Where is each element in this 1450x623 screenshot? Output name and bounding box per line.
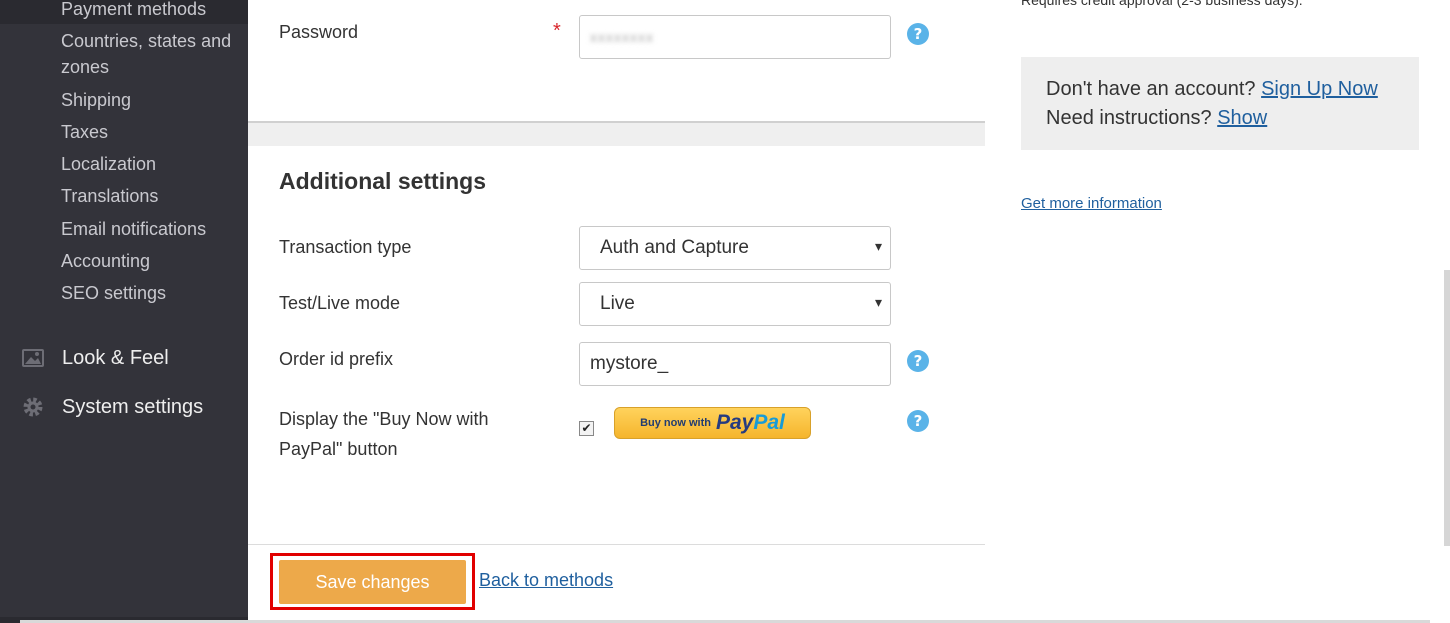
sign-up-link[interactable]: Sign Up Now [1261,78,1378,100]
sidebar-item-seo-settings[interactable]: SEO settings [61,280,241,306]
help-icon[interactable]: ? [907,350,929,372]
credit-note: Requires credit approval (2-3 business d… [1021,0,1303,8]
transaction-type-select[interactable]: Auth and Capture [579,226,891,270]
password-label: Password [279,22,359,42]
show-instructions-link[interactable]: Show [1217,107,1267,129]
scrollbar[interactable] [1444,270,1450,546]
mode-select[interactable]: Live [579,282,891,326]
instructions-line: Need instructions? Show [1046,104,1394,133]
input-value: mystore_ [590,353,669,374]
paypal-button-preview: Buy now with Pay Pal [614,407,811,439]
sidebar-item-label: System settings [62,395,204,418]
order-prefix-input[interactable]: mystore_ [579,342,891,386]
sidebar: Payment methods Countries, states and zo… [0,0,248,623]
password-field[interactable]: xxxxxxxx [579,15,891,59]
no-account-text: Don't have an account? [1046,78,1256,100]
instructions-text: Need instructions? [1046,107,1212,129]
settings-form: Password * xxxxxxxx ? Additional setting… [248,0,985,623]
select-value: Auth and Capture [600,237,749,258]
sidebar-item-shipping[interactable]: Shipping [61,87,241,113]
sidebar-item-label: Look & Feel [62,346,169,369]
required-marker: * [553,20,561,42]
buy-now-label: Display the "Buy Now with PayPal" button [279,409,489,459]
sidebar-item-system-settings[interactable]: System settings [20,390,246,424]
sidebar-item-payment-methods[interactable]: Payment methods [61,0,241,22]
paypal-prefix: Buy now with [640,417,711,429]
more-info-link[interactable]: Get more information [1021,195,1162,212]
save-button[interactable]: Save changes [279,560,466,604]
signup-line: Don't have an account? Sign Up Now [1046,75,1394,104]
sidebar-item-localization[interactable]: Localization [61,151,241,177]
section-divider [248,121,985,146]
mode-label: Test/Live mode [279,293,401,313]
info-panel: Requires credit approval (2-3 business d… [985,0,1450,623]
help-icon[interactable]: ? [907,23,929,45]
sidebar-item-countries[interactable]: Countries, states and zones [61,28,241,80]
signup-box: Don't have an account? Sign Up Now Need … [1021,57,1419,150]
image-icon [20,345,46,371]
sidebar-item-look-and-feel[interactable]: Look & Feel [20,341,246,375]
back-to-methods-link[interactable]: Back to methods [479,570,613,591]
sidebar-item-translations[interactable]: Translations [61,183,241,209]
help-icon[interactable]: ? [907,410,929,432]
section-title: Additional settings [279,168,486,194]
sidebar-item-accounting[interactable]: Accounting [61,248,241,274]
password-value: xxxxxxxx [590,29,654,45]
footer-divider [248,544,985,545]
sidebar-item-email-notifications[interactable]: Email notifications [61,216,241,242]
sidebar-item-taxes[interactable]: Taxes [61,119,241,145]
select-value: Live [600,293,635,314]
paypal-logo-part2: Pal [753,411,785,434]
transaction-type-label: Transaction type [279,237,412,257]
order-prefix-label: Order id prefix [279,349,394,369]
paypal-logo-part1: Pay [715,411,754,434]
gear-icon [20,394,46,420]
buy-now-checkbox[interactable]: ✔ [579,421,594,436]
